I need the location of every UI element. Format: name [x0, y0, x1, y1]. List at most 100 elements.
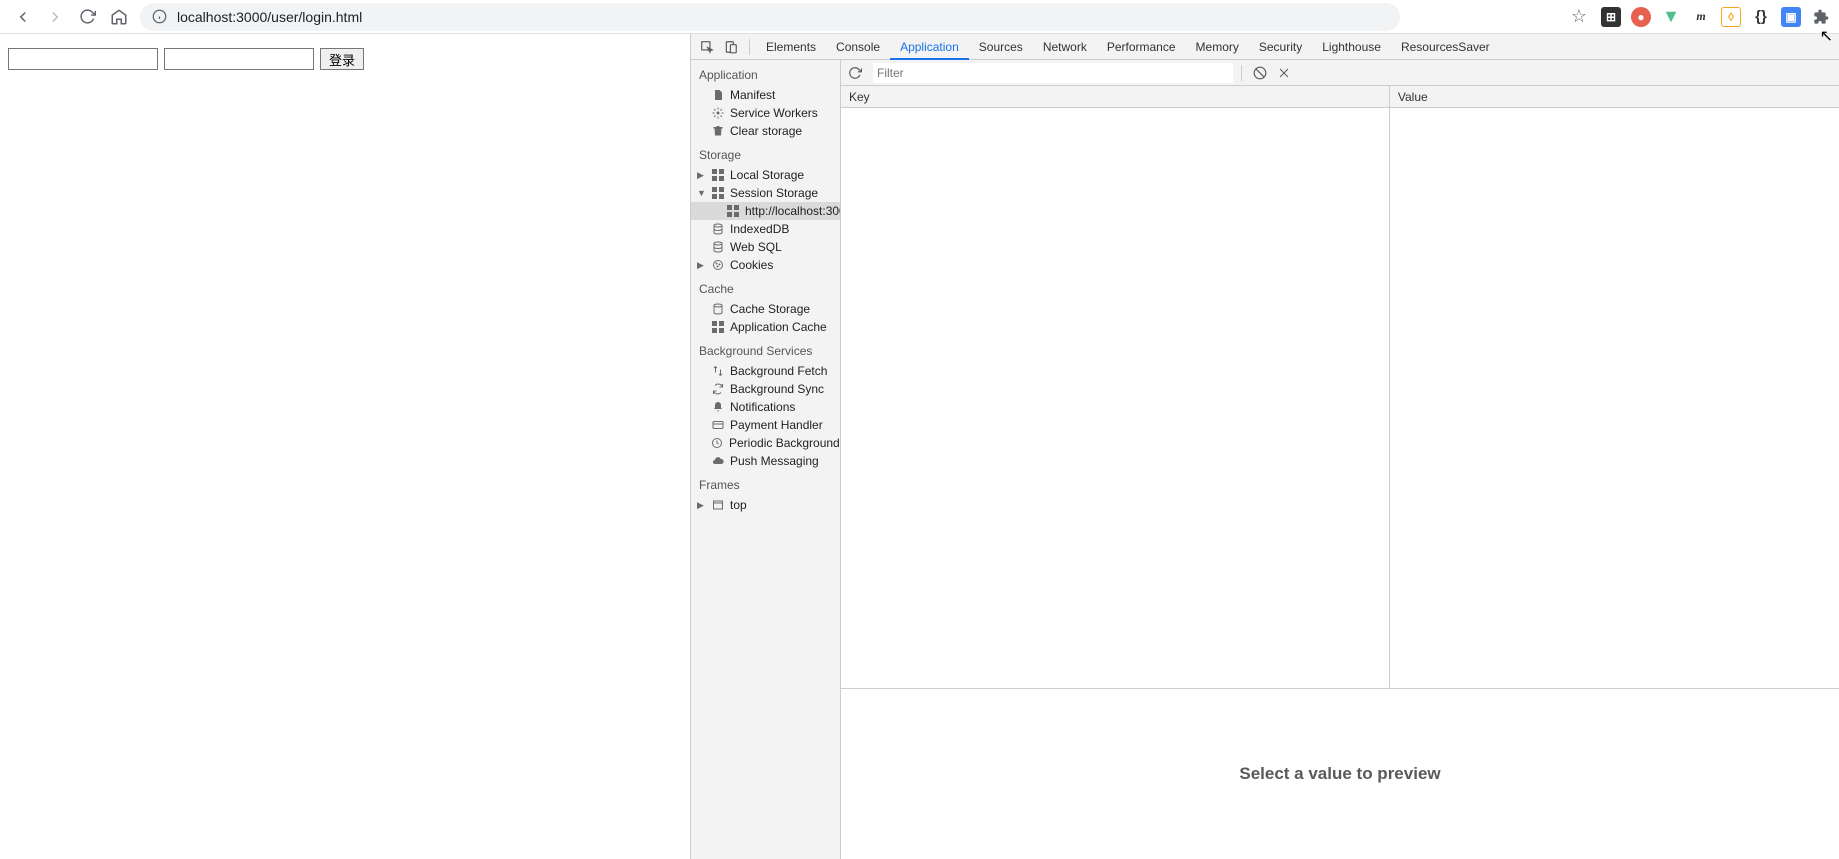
- tab-memory[interactable]: Memory: [1186, 34, 1249, 60]
- tree-item-top-frame[interactable]: ▶ top: [691, 496, 840, 514]
- database-icon: [711, 241, 724, 254]
- tree-item-websql[interactable]: Web SQL: [691, 238, 840, 256]
- login-input-1[interactable]: [8, 48, 158, 70]
- back-icon[interactable]: [14, 8, 32, 26]
- tab-performance[interactable]: Performance: [1097, 34, 1186, 60]
- tab-elements[interactable]: Elements: [756, 34, 826, 60]
- extension-icon-4[interactable]: ▣: [1781, 7, 1801, 27]
- devtools-tab-bar: Elements Console Application Sources Net…: [691, 34, 1839, 60]
- card-icon: [711, 419, 724, 432]
- bell-icon: [711, 401, 724, 414]
- grid-icon: [711, 169, 724, 182]
- reload-icon[interactable]: [78, 8, 96, 26]
- column-header-key[interactable]: Key: [841, 86, 1390, 107]
- site-info-icon[interactable]: [152, 9, 167, 24]
- tree-item-cookies[interactable]: ▶ Cookies: [691, 256, 840, 274]
- tree-item-manifest[interactable]: Manifest: [691, 86, 840, 104]
- tree-item-push-messaging[interactable]: Push Messaging: [691, 452, 840, 470]
- column-header-value[interactable]: Value: [1390, 86, 1839, 107]
- page-body: 登录: [0, 34, 690, 859]
- section-frames: Frames: [691, 470, 840, 496]
- tree-item-application-cache[interactable]: Application Cache: [691, 318, 840, 336]
- grid-icon: [727, 205, 739, 218]
- section-cache: Cache: [691, 274, 840, 300]
- devtools-panel: Elements Console Application Sources Net…: [690, 34, 1839, 859]
- tree-item-cache-storage[interactable]: Cache Storage: [691, 300, 840, 318]
- delete-selected-icon[interactable]: [1274, 63, 1294, 83]
- grid-icon: [711, 187, 724, 200]
- separator: [1241, 65, 1242, 81]
- address-bar[interactable]: localhost:3000/user/login.html: [140, 3, 1400, 31]
- toolbar-right-icons: ☆ ⊞ ● ▼ m ◊ {} ▣: [1571, 6, 1831, 27]
- tree-item-payment-handler[interactable]: Payment Handler: [691, 416, 840, 434]
- tree-item-indexeddb[interactable]: IndexedDB: [691, 220, 840, 238]
- tab-lighthouse[interactable]: Lighthouse: [1312, 34, 1391, 60]
- tree-item-bg-fetch[interactable]: Background Fetch: [691, 362, 840, 380]
- home-icon[interactable]: [110, 8, 128, 26]
- tree-item-session-storage[interactable]: ▼ Session Storage: [691, 184, 840, 202]
- transfer-icon: [711, 365, 724, 378]
- section-application: Application: [691, 60, 840, 86]
- section-storage: Storage: [691, 140, 840, 166]
- table-body[interactable]: [841, 108, 1839, 688]
- tree-item-clear-storage[interactable]: Clear storage: [691, 122, 840, 140]
- database-icon: [711, 303, 724, 316]
- tree-item-local-storage[interactable]: ▶ Local Storage: [691, 166, 840, 184]
- tab-separator: [749, 39, 750, 55]
- tab-resourcessaver[interactable]: ResourcesSaver: [1391, 34, 1500, 60]
- tab-application[interactable]: Application: [890, 34, 969, 60]
- application-sidebar: Application Manifest Service Workers Cle…: [691, 60, 841, 859]
- arrow-right-icon: ▶: [697, 500, 704, 511]
- sync-icon: [711, 383, 724, 396]
- arrow-right-icon: ▶: [697, 260, 704, 271]
- extension-icon-2[interactable]: ●: [1631, 7, 1651, 27]
- storage-detail-pane: Key Value Select a value to preview: [841, 60, 1839, 859]
- forward-icon[interactable]: [46, 8, 64, 26]
- extensions-puzzle-icon[interactable]: [1811, 7, 1831, 27]
- tree-item-bg-sync[interactable]: Background Sync: [691, 380, 840, 398]
- inspect-element-icon[interactable]: [695, 35, 719, 59]
- tab-network[interactable]: Network: [1033, 34, 1097, 60]
- main-split: 登录 Elements Console Application Sources …: [0, 34, 1839, 859]
- filter-bar: [841, 60, 1839, 86]
- cookie-icon: [711, 259, 724, 272]
- table-header-row: Key Value: [841, 86, 1839, 108]
- bookmark-star-icon[interactable]: ☆: [1571, 6, 1587, 27]
- clock-icon: [711, 437, 723, 450]
- login-button[interactable]: 登录: [320, 48, 364, 70]
- preview-placeholder-text: Select a value to preview: [1239, 764, 1440, 784]
- arrow-down-icon: ▼: [697, 188, 706, 198]
- extension-vue-icon[interactable]: ▼: [1661, 7, 1681, 27]
- clear-all-icon[interactable]: [1250, 63, 1270, 83]
- url-text: localhost:3000/user/login.html: [177, 9, 362, 25]
- section-background-services: Background Services: [691, 336, 840, 362]
- gear-icon: [711, 107, 724, 120]
- tree-item-periodic-sync[interactable]: Periodic Background Syn: [691, 434, 840, 452]
- arrow-right-icon: ▶: [697, 170, 704, 181]
- extension-icon-braces[interactable]: {}: [1751, 7, 1771, 27]
- trash-icon: [711, 125, 724, 138]
- browser-toolbar: localhost:3000/user/login.html ☆ ⊞ ● ▼ m…: [0, 0, 1839, 34]
- nav-buttons: [14, 8, 128, 26]
- database-icon: [711, 223, 724, 236]
- tree-item-session-host[interactable]: http://localhost:3000: [691, 202, 840, 220]
- window-icon: [711, 499, 724, 512]
- login-input-2[interactable]: [164, 48, 314, 70]
- tree-item-service-workers[interactable]: Service Workers: [691, 104, 840, 122]
- grid-icon: [711, 321, 724, 334]
- refresh-icon[interactable]: [845, 63, 865, 83]
- file-icon: [711, 89, 724, 102]
- extension-icon-m[interactable]: m: [1691, 7, 1711, 27]
- extension-icon-3[interactable]: ◊: [1721, 7, 1741, 27]
- device-toolbar-icon[interactable]: [719, 35, 743, 59]
- extension-icon-1[interactable]: ⊞: [1601, 7, 1621, 27]
- devtools-body: Application Manifest Service Workers Cle…: [691, 60, 1839, 859]
- storage-table: Key Value: [841, 86, 1839, 689]
- cloud-icon: [711, 455, 724, 468]
- filter-input[interactable]: [873, 63, 1233, 83]
- preview-pane: Select a value to preview: [841, 689, 1839, 859]
- tree-item-notifications[interactable]: Notifications: [691, 398, 840, 416]
- tab-console[interactable]: Console: [826, 34, 890, 60]
- tab-security[interactable]: Security: [1249, 34, 1312, 60]
- tab-sources[interactable]: Sources: [969, 34, 1033, 60]
